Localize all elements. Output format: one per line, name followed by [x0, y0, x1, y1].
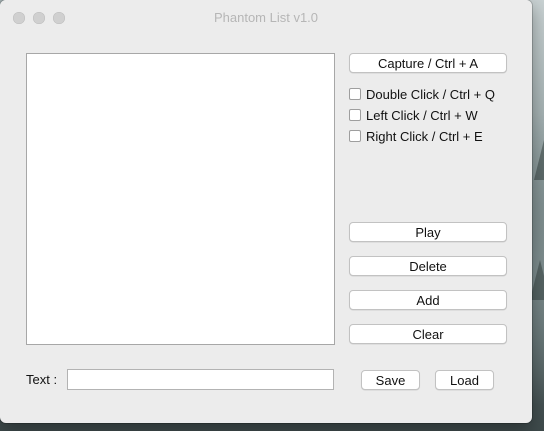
text-input[interactable] [67, 369, 334, 390]
title-bar[interactable]: Phantom List v1.0 [0, 0, 532, 37]
left-click-label: Left Click / Ctrl + W [366, 107, 478, 123]
clear-button[interactable]: Clear [349, 324, 507, 344]
save-button[interactable]: Save [361, 370, 420, 390]
right-click-option[interactable]: Right Click / Ctrl + E [349, 128, 483, 144]
app-window: Phantom List v1.0 Capture / Ctrl + A Dou… [0, 0, 532, 423]
capture-button[interactable]: Capture / Ctrl + A [349, 53, 507, 73]
right-click-checkbox[interactable] [349, 130, 361, 142]
left-click-option[interactable]: Left Click / Ctrl + W [349, 107, 478, 123]
window-title: Phantom List v1.0 [213, 10, 319, 25]
double-click-option[interactable]: Double Click / Ctrl + Q [349, 86, 495, 102]
delete-button[interactable]: Delete [349, 256, 507, 276]
recorded-actions-list[interactable] [26, 53, 335, 345]
double-click-label: Double Click / Ctrl + Q [366, 86, 495, 102]
double-click-checkbox[interactable] [349, 88, 361, 100]
background-tree [530, 260, 544, 300]
background-tree [534, 140, 544, 180]
text-field-label: Text : [26, 372, 58, 387]
play-button[interactable]: Play [349, 222, 507, 242]
left-click-checkbox[interactable] [349, 109, 361, 121]
right-click-label: Right Click / Ctrl + E [366, 128, 483, 144]
load-button[interactable]: Load [435, 370, 494, 390]
add-button[interactable]: Add [349, 290, 507, 310]
